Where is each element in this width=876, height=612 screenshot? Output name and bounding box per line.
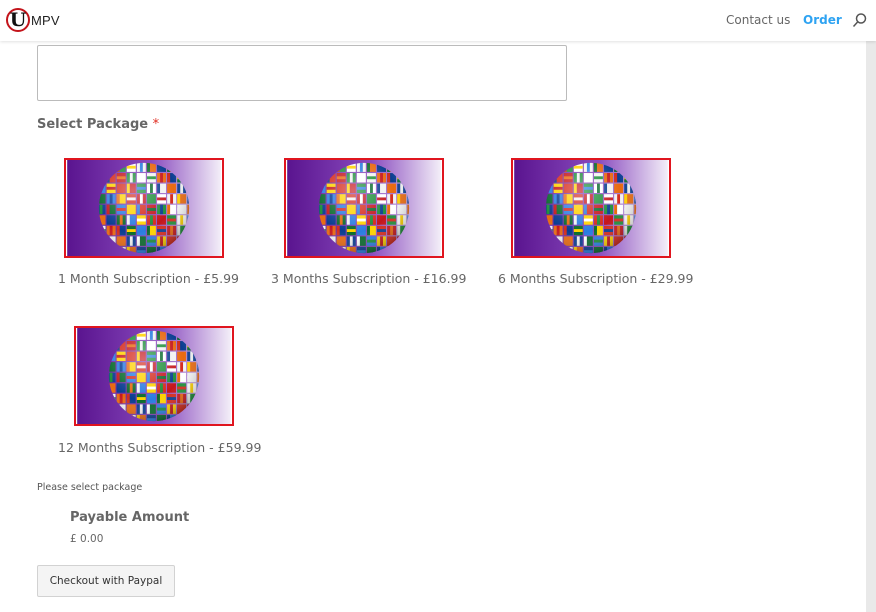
select-package-text: Select Package — [37, 117, 149, 132]
flag-globe-image — [77, 328, 231, 424]
package-label-1-month[interactable]: 1 Month Subscription - £5.99 — [58, 271, 239, 286]
logo-mark: U — [6, 8, 30, 32]
payable-amount-title: Payable Amount — [70, 510, 190, 525]
package-image-3-months[interactable] — [284, 158, 444, 258]
site-header: U MPV Contact us Order — [0, 0, 876, 41]
site-logo[interactable]: U MPV — [6, 8, 60, 32]
page-side-bar — [866, 41, 876, 612]
package-image-6-months[interactable] — [511, 158, 671, 258]
flag-globe-image — [514, 160, 668, 256]
package-label-3-months[interactable]: 3 Months Subscription - £16.99 — [271, 271, 466, 286]
package-label-6-months[interactable]: 6 Months Subscription - £29.99 — [498, 271, 693, 286]
package-image-12-months[interactable] — [74, 326, 234, 426]
package-label-12-months[interactable]: 12 Months Subscription - £59.99 — [58, 440, 261, 455]
select-package-label: Select Package * — [37, 117, 159, 132]
select-package-message: Please select package — [37, 482, 143, 493]
nav-contact-link[interactable]: Contact us — [726, 13, 790, 27]
message-textarea[interactable] — [37, 45, 567, 101]
flag-globe-image — [287, 160, 441, 256]
required-asterisk: * — [152, 117, 160, 132]
flag-globe-image — [67, 160, 221, 256]
checkout-paypal-button[interactable]: Checkout with Paypal — [37, 565, 175, 597]
nav-order-link[interactable]: Order — [803, 13, 842, 27]
package-image-1-month[interactable] — [64, 158, 224, 258]
search-icon[interactable] — [852, 12, 868, 28]
logo-text: MPV — [31, 12, 60, 28]
payable-amount-value: £ 0.00 — [70, 533, 104, 545]
